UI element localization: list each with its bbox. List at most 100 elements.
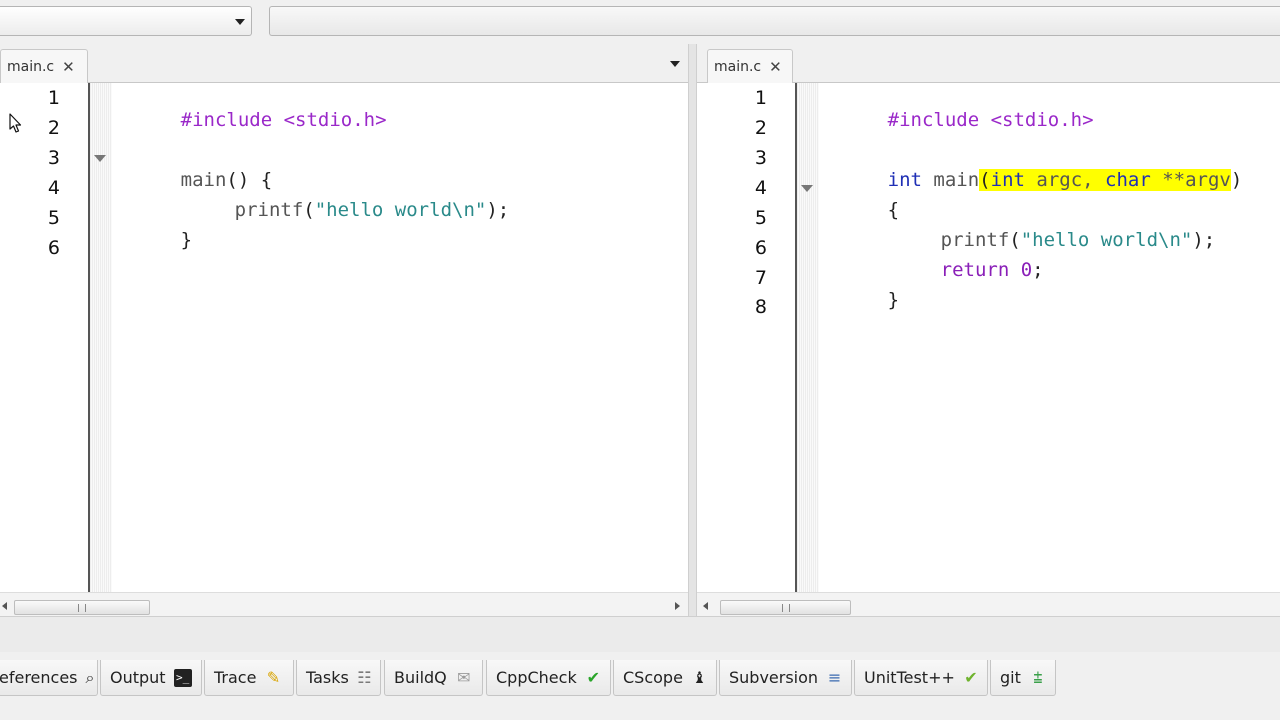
tab-label: Output <box>110 668 166 687</box>
line-number: 4 <box>754 177 767 199</box>
tab-label: Trace <box>214 668 257 687</box>
code-token: ) <box>1230 169 1243 191</box>
code-token: ( <box>979 169 991 191</box>
tab-cppcheck[interactable]: CppCheck ✔ <box>486 660 611 696</box>
horizontal-scrollbar-right[interactable] <box>697 592 1280 616</box>
output-panel-header <box>0 616 1280 652</box>
line-number: 7 <box>754 267 767 289</box>
preprocessor-directive: #include <stdio.h> <box>887 109 1094 131</box>
tab-references[interactable]: eferences ⌕ <box>0 660 98 696</box>
tab-tasks[interactable]: Tasks ☷ <box>296 660 381 696</box>
code-line: #include <stdio.h> <box>112 87 387 153</box>
tab-git[interactable]: git ⩲ <box>990 660 1056 696</box>
tab-main-c-right[interactable]: main.c ✕ <box>707 49 793 84</box>
string-literal: "hello world\n" <box>1020 229 1193 251</box>
left-tabbar: main.c ✕ <box>0 44 688 84</box>
function-name: main <box>921 169 980 191</box>
tab-label: UnitTest++ <box>864 668 955 687</box>
right-tabbar: main.c ✕ <box>697 44 1280 84</box>
parameter: argc, <box>1024 169 1106 191</box>
subversion-icon: ≡ <box>827 667 842 687</box>
tab-unittest[interactable]: UnitTest++ ✔ <box>854 660 988 696</box>
keyword: return <box>940 259 1010 281</box>
tab-label: CScope <box>623 668 683 687</box>
tab-subversion[interactable]: Subversion ≡ <box>719 660 852 696</box>
code-editor-right[interactable]: 1 2 3 4 5 6 7 8 #include <stdio.h> int m… <box>697 83 1280 592</box>
tab-list-dropdown-icon[interactable] <box>670 61 680 67</box>
check-icon: ✔ <box>586 667 601 687</box>
code-token: ); <box>486 199 510 221</box>
unittest-check-icon: ✔ <box>964 667 978 687</box>
tab-buildq[interactable]: BuildQ ✉ <box>384 660 483 696</box>
preprocessor-directive: #include <stdio.h> <box>180 109 387 131</box>
highlighted-parameters: (int argc, char **argv <box>979 169 1231 191</box>
close-icon[interactable]: ✕ <box>62 58 75 76</box>
line-number: 3 <box>47 147 60 169</box>
code-token: ( <box>303 199 315 221</box>
pane-splitter[interactable] <box>688 44 697 616</box>
line-number-gutter: 1 2 3 4 5 6 <box>0 83 90 592</box>
code-line: printf("hello world\n"); <box>166 177 510 243</box>
toolbar-input[interactable] <box>269 6 1280 36</box>
search-icon: ⌕ <box>85 667 95 687</box>
tab-label: git <box>1000 668 1021 687</box>
tab-label: CppCheck <box>496 668 577 687</box>
line-number-gutter: 1 2 3 4 5 6 7 8 <box>697 83 797 592</box>
code-token: } <box>887 289 900 311</box>
code-editor-left[interactable]: 1 2 3 4 5 6 #include <stdio.h> main() { … <box>0 83 688 592</box>
code-token: ); <box>1192 229 1216 251</box>
keyword: char <box>1105 169 1151 191</box>
code-token: } <box>180 229 193 251</box>
tab-label: BuildQ <box>394 668 447 687</box>
fold-margin[interactable] <box>797 83 819 592</box>
code-token: ; <box>1032 259 1044 281</box>
toolbar <box>0 0 1280 44</box>
horizontal-scrollbar-left[interactable] <box>0 592 688 616</box>
line-number: 2 <box>754 117 767 139</box>
scroll-right-icon[interactable] <box>675 602 680 610</box>
code-line: #include <stdio.h> <box>819 87 1094 153</box>
line-number: 5 <box>754 207 767 229</box>
chevron-down-icon[interactable] <box>235 19 245 25</box>
number-literal: 0 <box>1009 259 1033 281</box>
left-editor-pane: main.c ✕ 1 2 3 4 5 6 #include <stdio.h> … <box>0 44 688 616</box>
tab-label: Subversion <box>729 668 819 687</box>
tab-label: main.c <box>7 59 55 75</box>
fold-toggle-icon[interactable] <box>94 155 106 162</box>
fold-toggle-icon[interactable] <box>801 185 813 192</box>
tab-output[interactable]: Output >_ <box>100 660 202 696</box>
right-editor-pane: main.c ✕ 1 2 3 4 5 6 7 8 #include <stdio… <box>697 44 1280 616</box>
line-number: 1 <box>754 87 767 109</box>
line-number: 5 <box>47 207 60 229</box>
mouse-cursor-icon <box>9 113 22 133</box>
parameter: **argv <box>1150 169 1231 191</box>
tasks-icon: ☷ <box>357 667 372 687</box>
line-number: 8 <box>754 296 767 318</box>
keyword: int <box>990 169 1025 191</box>
function-name: printf <box>234 199 304 221</box>
tab-label: eferences <box>0 668 78 687</box>
tab-cscope[interactable]: CScope ♝ <box>613 660 717 696</box>
scroll-left-icon[interactable] <box>703 602 708 610</box>
line-number: 6 <box>47 237 60 259</box>
tab-label: main.c <box>714 59 762 75</box>
scroll-left-icon[interactable] <box>2 602 7 610</box>
pencil-icon: ✎ <box>266 667 281 687</box>
terminal-icon: >_ <box>173 668 192 687</box>
git-icon: ⩲ <box>1033 667 1043 687</box>
string-literal: "hello world\n" <box>314 199 487 221</box>
close-icon[interactable]: ✕ <box>769 58 782 76</box>
scrollbar-thumb[interactable] <box>720 600 851 615</box>
bottom-panel-tabs: eferences ⌕ Output >_ Trace ✎ Tasks ☷ Bu… <box>0 660 1280 696</box>
cscope-icon: ♝ <box>692 667 707 687</box>
tab-main-c-left[interactable]: main.c ✕ <box>0 49 88 84</box>
tab-trace[interactable]: Trace ✎ <box>204 660 294 696</box>
code-line: } <box>819 267 899 333</box>
code-line: } <box>112 207 192 273</box>
tab-label: Tasks <box>306 668 349 687</box>
workspace-combo[interactable] <box>0 6 252 36</box>
line-number: 6 <box>754 237 767 259</box>
build-queue-icon: ✉ <box>457 667 471 687</box>
scrollbar-thumb[interactable] <box>14 600 150 615</box>
fold-margin[interactable] <box>90 83 112 592</box>
